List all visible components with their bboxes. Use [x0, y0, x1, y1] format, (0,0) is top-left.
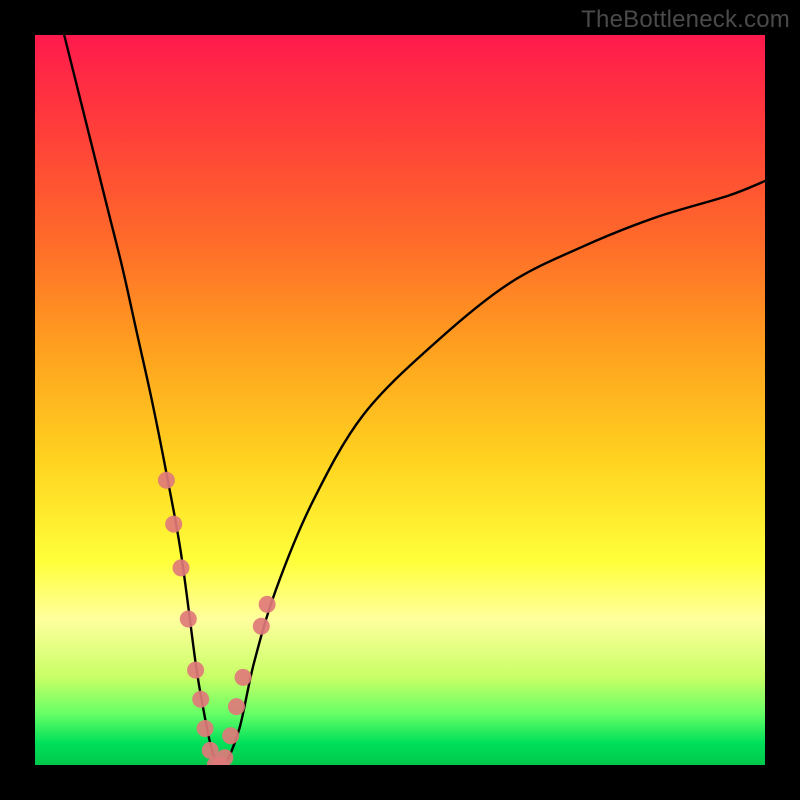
bottleneck-curve [64, 35, 765, 765]
highlight-dot [192, 691, 209, 708]
highlight-dot [259, 596, 276, 613]
highlight-dot [180, 611, 197, 628]
highlight-dot [202, 742, 219, 759]
highlight-dot [173, 559, 190, 576]
bottleneck-curve-svg [35, 35, 765, 765]
highlight-dot [222, 727, 239, 744]
highlight-dot [253, 618, 270, 635]
plot-area [35, 35, 765, 765]
highlight-dot [235, 669, 252, 686]
highlight-dot [158, 472, 175, 489]
highlight-dot [187, 662, 204, 679]
watermark-text: TheBottleneck.com [581, 6, 790, 34]
highlight-dot [197, 720, 214, 737]
chart-frame: TheBottleneck.com [0, 0, 800, 800]
highlight-dot [228, 698, 245, 715]
highlight-dot [165, 516, 182, 533]
